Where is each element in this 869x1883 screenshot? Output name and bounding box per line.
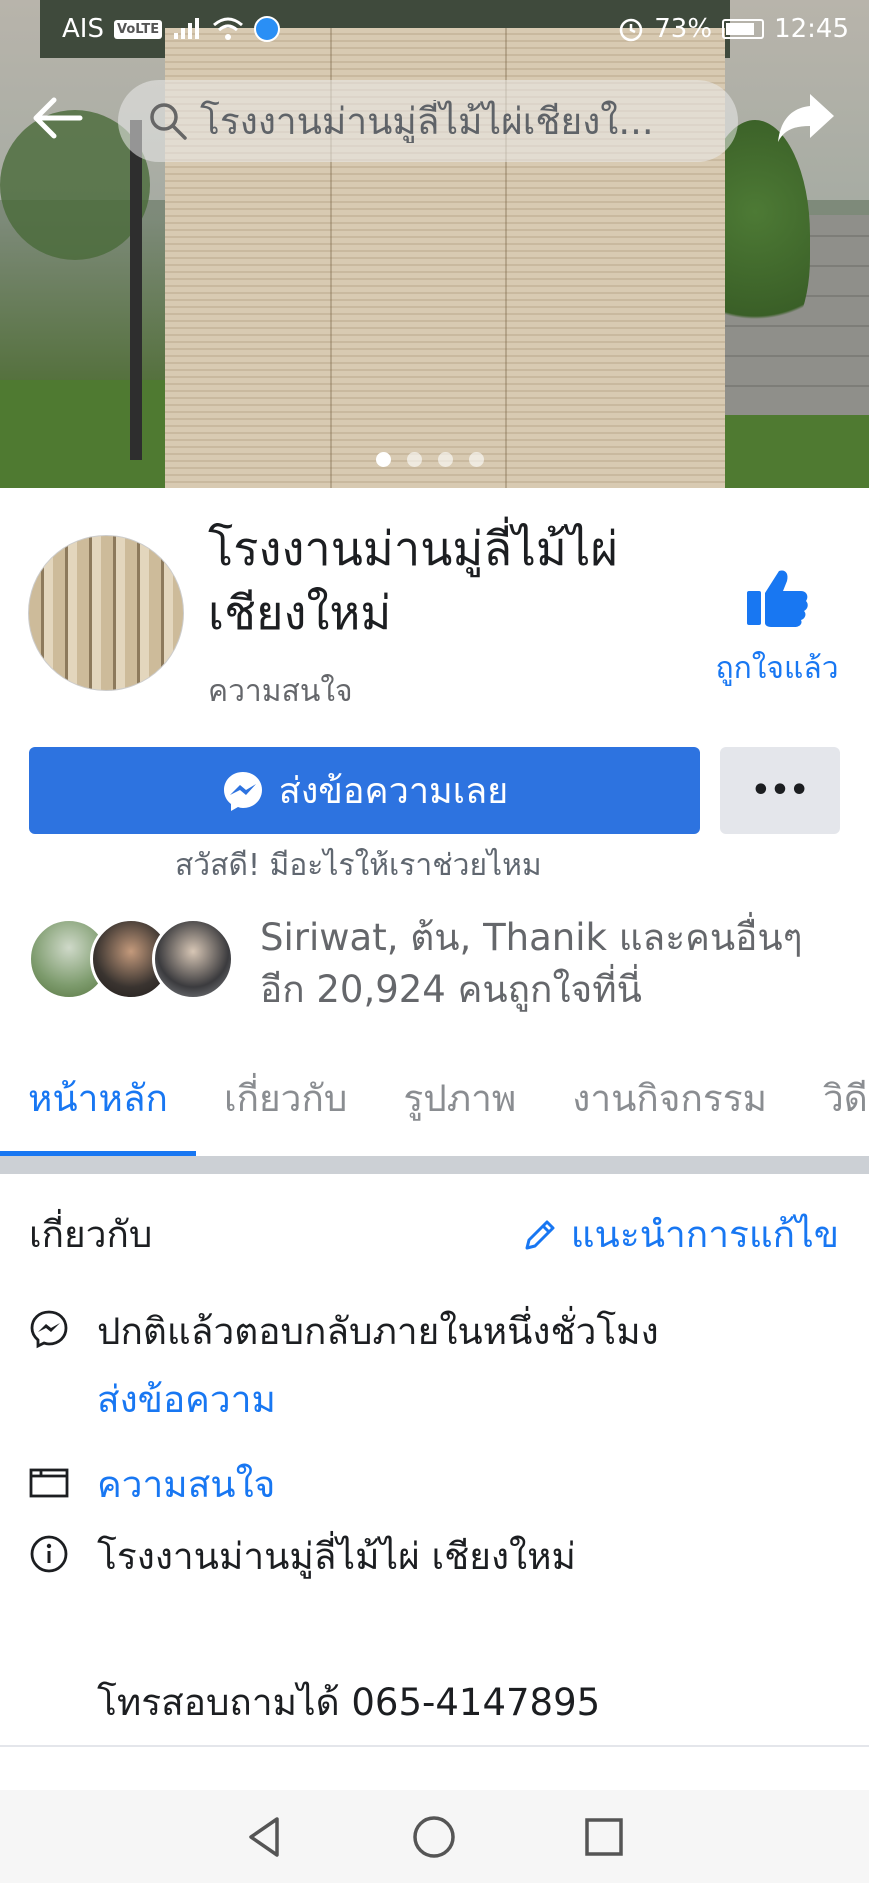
description-text: โรงงานม่านมู่ลี่ไม้ไผ่ เชียงใหม่ (97, 1535, 576, 1578)
nav-recents-icon[interactable] (580, 1813, 628, 1861)
more-icon: ••• (751, 773, 809, 808)
category-row: ความสนใจ (29, 1458, 275, 1512)
send-message-button[interactable]: ส่งข้อความเลย (29, 747, 700, 834)
page-category[interactable]: ความสนใจ (208, 668, 353, 715)
carousel-indicator (376, 452, 484, 467)
top-bar (0, 68, 869, 168)
messenger-icon (223, 771, 262, 811)
wifi-icon (213, 17, 244, 40)
signal-icon (174, 18, 200, 39)
page-title: โรงงานม่านมู่ลี่ไม้ไผ่ เชียงใหม่ (208, 522, 618, 641)
section-divider (0, 1156, 869, 1174)
battery-icon (722, 19, 765, 39)
response-time-text: ปกติแล้วตอบกลับภายในหนึ่งชั่วโมง (97, 1310, 659, 1353)
like-label: ถูกใจแล้ว (715, 651, 839, 686)
share-button[interactable] (774, 88, 838, 148)
send-message-link[interactable]: ส่งข้อความ (97, 1370, 276, 1429)
tab-videos[interactable]: วิดี (795, 1040, 869, 1156)
page-tabs: หน้าหลัก เกี่ยวกับ รูปภาพ งานกิจกรรม วิด… (0, 1040, 869, 1156)
status-bar: AIS VoLTE 73% 12:45 (0, 0, 869, 58)
suggest-edit-label: แนะนำการแก้ไข (570, 1213, 839, 1256)
info-icon (30, 1535, 68, 1573)
volte-badge: VoLTE (113, 19, 163, 39)
friends-like-text[interactable]: Siriwat, ต้น, Thanik และคนอื่นๆ อีก 20,9… (260, 912, 850, 1016)
search-bar[interactable] (118, 80, 738, 162)
cover-pole (130, 120, 142, 460)
like-button[interactable]: ถูกใจแล้ว (706, 565, 848, 692)
browser-icon (254, 16, 281, 42)
pencil-icon (525, 1220, 555, 1249)
system-nav-bar (0, 1790, 869, 1883)
about-heading: เกี่ยวกับ (29, 1213, 153, 1256)
nav-back-icon[interactable] (241, 1813, 289, 1861)
description-row: โรงงานม่านมู่ลี่ไม้ไผ่ เชียงใหม่ (29, 1530, 576, 1584)
send-message-label: ส่งข้อความเลย (278, 771, 509, 812)
thumbs-up-icon (747, 570, 808, 627)
friend-avatar (152, 918, 234, 1000)
battery-percent: 73% (654, 14, 713, 44)
page-avatar[interactable] (28, 535, 184, 691)
carousel-dot (469, 452, 484, 467)
carousel-dot (376, 452, 391, 467)
alarm-icon (620, 18, 643, 42)
tab-home[interactable]: หน้าหลัก (0, 1040, 196, 1156)
search-icon (150, 103, 187, 140)
content-divider (0, 1745, 869, 1747)
phone-text: โทรสอบถามได้ 065-4147895 (97, 1681, 601, 1724)
clock: 12:45 (774, 14, 849, 44)
response-time-row: ปกติแล้วตอบกลับภายในหนึ่งชั่วโมง (29, 1305, 659, 1359)
tab-events[interactable]: งานกิจกรรม (544, 1040, 795, 1156)
share-arrow-icon (778, 94, 834, 142)
folder-icon (29, 1468, 69, 1498)
back-arrow-icon (33, 97, 83, 139)
carousel-dot (438, 452, 453, 467)
tab-about[interactable]: เกี่ยวกับ (196, 1040, 375, 1156)
nav-home-icon[interactable] (410, 1813, 458, 1861)
category-link[interactable]: ความสนใจ (97, 1458, 275, 1512)
back-button[interactable] (28, 88, 88, 148)
more-options-button[interactable]: ••• (720, 747, 840, 834)
carrier-label: AIS (62, 14, 104, 44)
search-input[interactable] (200, 99, 720, 143)
suggest-edit-link[interactable]: แนะนำการแก้ไข (521, 1205, 839, 1264)
carousel-dot (407, 452, 422, 467)
friends-avatars[interactable] (28, 918, 234, 1000)
tab-photos[interactable]: รูปภาพ (375, 1040, 544, 1156)
greeting-text: สวัสดี! มีอะไรให้เราช่วยไหม (175, 848, 542, 883)
battery-fill (726, 23, 754, 35)
messenger-outline-icon (30, 1310, 68, 1349)
